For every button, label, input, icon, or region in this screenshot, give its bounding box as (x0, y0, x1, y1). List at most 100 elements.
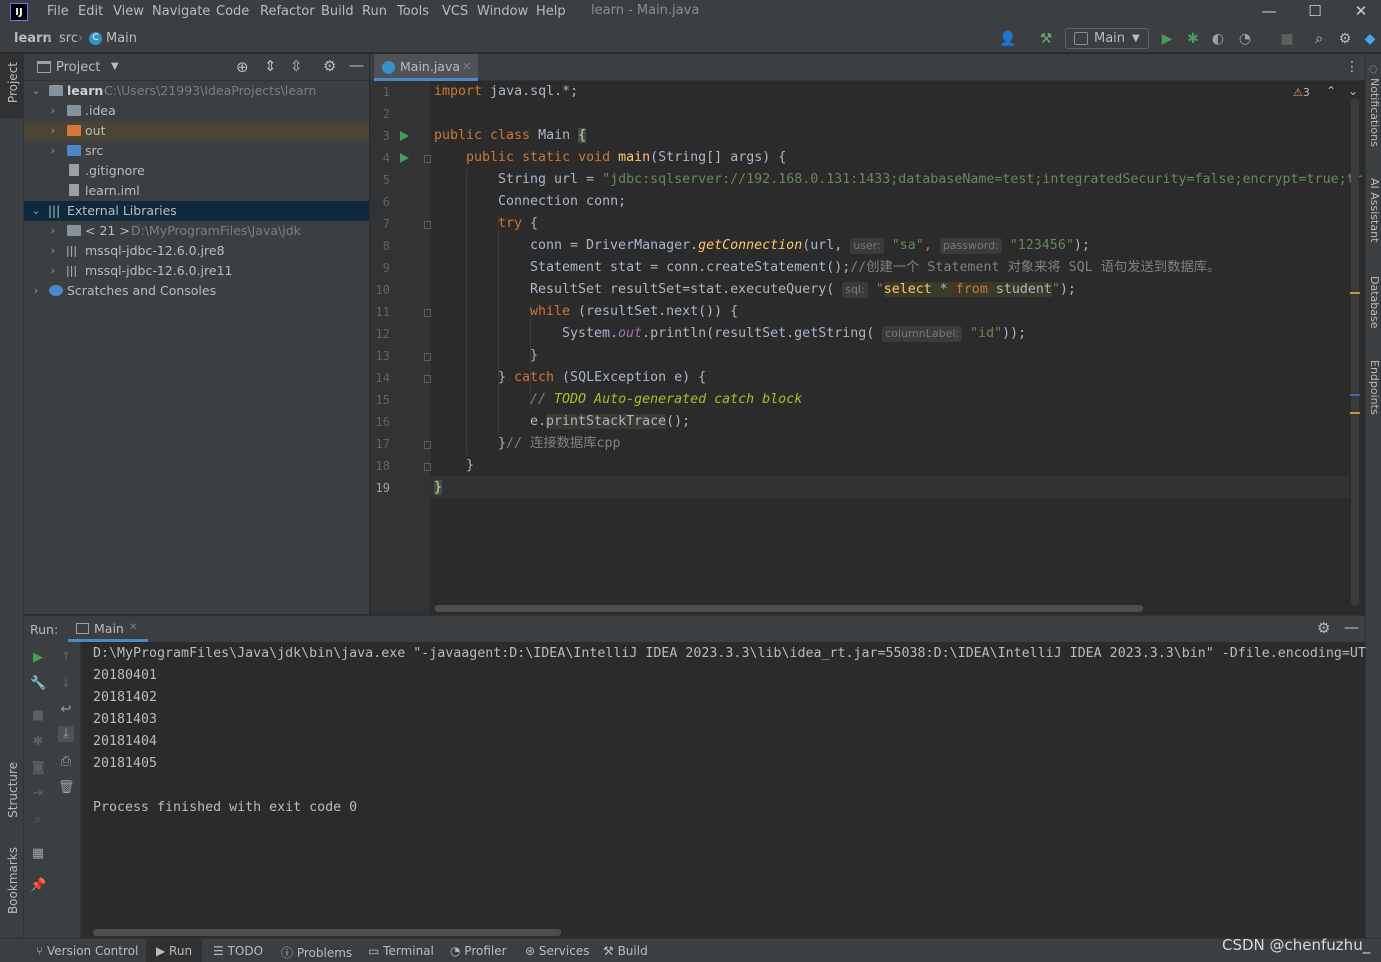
menu-view[interactable]: View (113, 3, 144, 21)
code-line-18[interactable]: } (466, 455, 474, 477)
close-button[interactable]: ✕ (1338, 0, 1381, 24)
tree-item-idea[interactable]: › .idea (24, 101, 369, 121)
collapse-all-icon[interactable]: ⇳ (290, 57, 303, 75)
tree-item-learn[interactable]: ⌄ learn C:\Users\21993\IdeaProjects\lear… (24, 81, 369, 101)
stop-icon[interactable]: ■ (30, 708, 46, 724)
print-icon[interactable]: ⎙ (58, 754, 74, 770)
more-options-icon[interactable]: ⋮ (1345, 59, 1359, 75)
horizontal-scrollbar[interactable] (435, 605, 1143, 612)
menu-refactor[interactable]: Refactor (260, 3, 315, 21)
menu-edit[interactable]: Edit (78, 3, 103, 21)
code-line-6[interactable]: Connection conn; (498, 191, 626, 213)
zoom-icon[interactable]: ⌕ (30, 812, 46, 828)
terminal-tool-tab[interactable]: ▭ Terminal (368, 944, 434, 958)
fold-marker-icon[interactable] (424, 309, 431, 317)
version-control-tab[interactable]: ⑂ Version Control (36, 944, 138, 958)
todo-tool-tab[interactable]: ☰ TODO (213, 944, 263, 958)
menu-help[interactable]: Help (536, 3, 566, 21)
menu-file[interactable]: File (47, 3, 69, 21)
debug-rerun-icon[interactable]: ✱ (30, 734, 46, 750)
database-tool-label[interactable]: Database (1368, 276, 1381, 329)
soft-wrap-icon[interactable]: ↩ (58, 702, 74, 718)
run-gutter-icon[interactable] (400, 153, 409, 163)
layout-icon[interactable]: ▦ (30, 846, 46, 862)
code-line-15[interactable]: // TODO Auto-generated catch block (530, 389, 802, 411)
minimize-button[interactable]: — (1246, 0, 1292, 24)
tree-item-mssql-jre11[interactable]: › ||| mssql-jdbc-12.6.0.jre11 (24, 261, 369, 281)
search-icon[interactable]: ⌕ (1309, 29, 1329, 49)
build-tool-tab[interactable]: ⚒ Build (603, 944, 648, 958)
plugin-logo-icon[interactable]: ◆ (1360, 29, 1380, 49)
project-view-select[interactable]: Project (56, 60, 100, 75)
code-line-8[interactable]: conn = DriverManager.getConnection(url, … (530, 235, 1090, 257)
code-line-9[interactable]: Statement stat = conn.createStatement();… (530, 257, 1220, 279)
close-tab-icon[interactable]: ✕ (462, 54, 471, 80)
chevron-right-icon[interactable]: › (48, 101, 58, 121)
hide-panel-icon[interactable]: — (349, 56, 364, 74)
clear-trash-icon[interactable]: 🗑 (58, 780, 75, 796)
previous-highlight-icon[interactable]: ⌃ (1326, 84, 1336, 98)
pin-icon[interactable]: 📌 (30, 878, 46, 894)
locate-target-icon[interactable]: ⊕ (236, 58, 249, 76)
fold-marker-icon[interactable] (424, 353, 431, 361)
run-tab-main[interactable]: Main ✕ (68, 616, 148, 642)
todo-stripe-marker[interactable] (1350, 394, 1360, 396)
fold-marker-icon[interactable] (424, 221, 431, 229)
stop-icon[interactable]: ■ (1277, 29, 1297, 49)
menu-window[interactable]: Window (477, 3, 528, 21)
structure-tool-label[interactable]: Structure (6, 762, 20, 818)
settings-gear-icon[interactable]: ⚙ (1335, 29, 1355, 49)
code-line-3[interactable]: public class Main { (434, 125, 587, 147)
chevron-down-icon[interactable]: ▼ (111, 61, 119, 72)
down-arrow-icon[interactable]: ↓ (58, 676, 74, 692)
debug-icon[interactable]: ✱ (1183, 29, 1203, 49)
fold-marker-icon[interactable] (424, 375, 431, 383)
chevron-right-icon[interactable]: › (48, 221, 58, 241)
coverage-icon[interactable]: ◐ (1208, 29, 1228, 49)
chevron-right-icon[interactable]: › (48, 121, 58, 141)
warnings-indicator[interactable]: ⚠3 (1293, 86, 1310, 102)
tree-item-src[interactable]: › src (24, 141, 369, 161)
chevron-right-icon[interactable]: › (31, 281, 41, 301)
exit-icon[interactable]: ⇥ (30, 786, 46, 802)
code-line-19[interactable]: } (434, 477, 443, 499)
chevron-right-icon[interactable]: › (48, 141, 58, 161)
ai-assistant-tool-label[interactable]: AI Assistant (1368, 178, 1381, 242)
problems-tool-tab[interactable]: ⓘ Problems (281, 944, 352, 961)
run-gutter-icon[interactable] (400, 131, 409, 141)
fold-marker-icon[interactable] (424, 441, 431, 449)
up-arrow-icon[interactable]: ↑ (58, 650, 74, 666)
fold-marker-icon[interactable] (424, 463, 431, 471)
code-line-11[interactable]: while (resultSet.next()) { (530, 301, 738, 323)
console-horizontal-scrollbar[interactable] (93, 929, 561, 936)
tree-item-scratches[interactable]: › Scratches and Consoles (24, 281, 369, 301)
camera-icon[interactable]: ◙ (30, 760, 46, 776)
breadcrumb-main[interactable]: Main (106, 31, 137, 46)
run-icon[interactable]: ▶ (1157, 29, 1177, 49)
next-highlight-icon[interactable]: ⌄ (1348, 84, 1358, 98)
code-line-12[interactable]: System.out.println(resultSet.getString( … (562, 323, 1026, 345)
scroll-to-end-icon[interactable]: ⤓ (58, 726, 74, 742)
user-icon[interactable]: 👤 (998, 29, 1018, 49)
endpoints-tool-label[interactable]: Endpoints (1368, 360, 1381, 415)
profiler-tool-tab[interactable]: ◔ Profiler (450, 944, 507, 958)
menu-vcs[interactable]: VCS (442, 3, 468, 21)
menu-navigate[interactable]: Navigate (152, 3, 210, 21)
tree-item-out[interactable]: › out (24, 121, 369, 141)
settings-gear-icon[interactable]: ⚙ (323, 57, 336, 75)
breadcrumb-src[interactable]: src (59, 31, 78, 46)
code-line-16[interactable]: e.printStackTrace(); (530, 411, 690, 433)
code-line-17[interactable]: }// 连接数据库cpp (498, 433, 621, 455)
notifications-tool-label[interactable]: Notifications (1368, 78, 1381, 147)
tree-item-gitignore[interactable]: .gitignore (24, 161, 369, 181)
chevron-down-icon[interactable]: ⌄ (31, 201, 41, 221)
run-tool-tab-label[interactable]: ▶ Run (156, 944, 192, 958)
tree-item-learn-iml[interactable]: learn.iml (24, 181, 369, 201)
menu-code[interactable]: Code (216, 3, 249, 21)
rerun-icon[interactable]: ▶ (30, 650, 46, 666)
warning-stripe-marker[interactable] (1350, 292, 1360, 294)
code-line-1[interactable]: import java.sql.*; (434, 81, 578, 103)
bookmarks-tool-label[interactable]: Bookmarks (6, 847, 20, 914)
project-tool-tab[interactable]: Project (0, 54, 24, 118)
menu-tools[interactable]: Tools (397, 3, 429, 21)
